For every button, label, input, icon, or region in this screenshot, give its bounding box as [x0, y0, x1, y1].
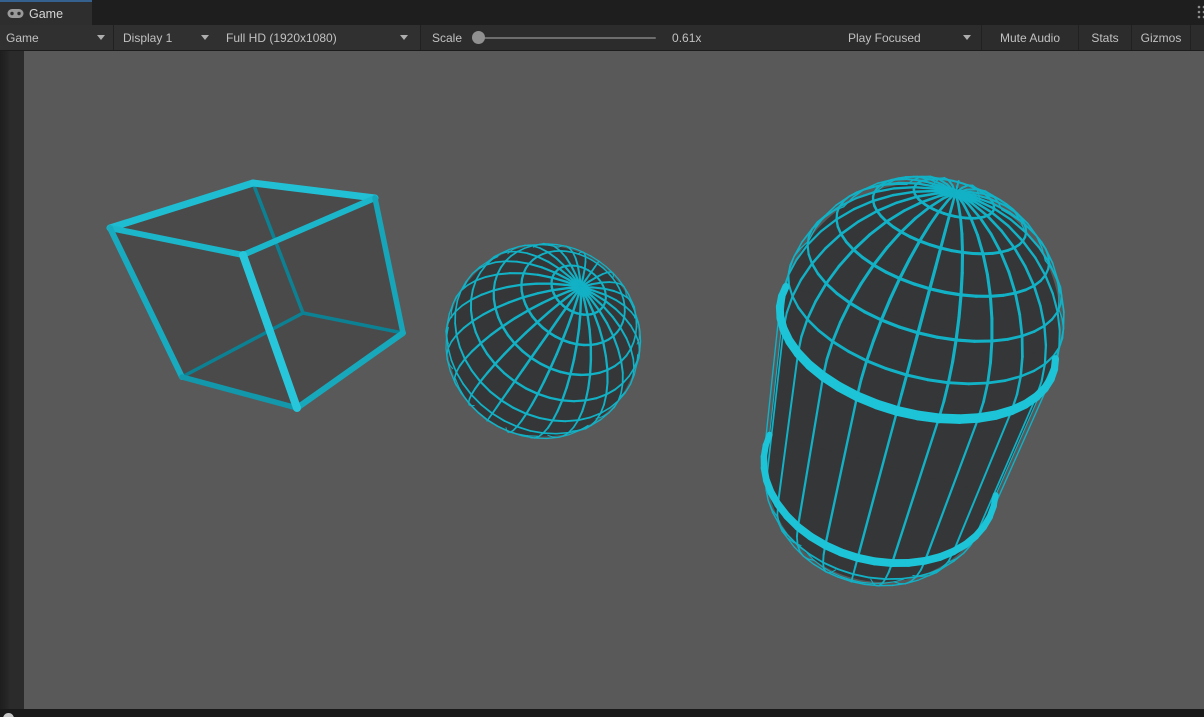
chevron-down-icon	[97, 35, 105, 40]
resolution-dropdown[interactable]: Full HD (1920x1080)	[218, 25, 420, 50]
slider-knob[interactable]	[472, 31, 486, 44]
tab-bar: Game	[0, 0, 1204, 25]
tab-label: Game	[29, 6, 64, 21]
chevron-down-icon	[963, 35, 971, 40]
kebab-menu-icon[interactable]	[1196, 4, 1204, 21]
toolbar-right-cluster: Play Focused Mute Audio Stats Gizmos	[839, 25, 1204, 50]
window-left-edge	[0, 51, 24, 709]
status-dot-icon	[3, 713, 14, 717]
gizmos-button[interactable]: Gizmos	[1132, 25, 1190, 50]
game-view-toolbar: Game Display 1 Full HD (1920x1080) Scale…	[0, 25, 1204, 51]
viewport-canvas	[106, 175, 1065, 587]
chevron-down-icon	[400, 35, 408, 40]
status-bar	[0, 709, 1204, 717]
gamepad-icon	[7, 9, 24, 18]
display-dropdown[interactable]: Display 1	[114, 25, 218, 50]
play-focused-dropdown[interactable]: Play Focused	[839, 25, 981, 50]
chevron-down-icon	[201, 35, 209, 40]
scale-value: 0.61x	[672, 30, 702, 45]
game-view-mode-dropdown[interactable]: Game	[0, 25, 113, 50]
scale-group: Scale 0.61x	[421, 25, 839, 50]
scale-slider[interactable]	[470, 25, 660, 51]
mute-audio-button[interactable]: Mute Audio	[982, 25, 1078, 50]
scale-label: Scale	[432, 30, 463, 45]
stats-button[interactable]: Stats	[1079, 25, 1131, 50]
game-tab[interactable]: Game	[0, 0, 92, 25]
slider-track	[479, 36, 657, 39]
game-viewport[interactable]	[24, 51, 1204, 709]
toolbar-end-spacer	[1191, 25, 1204, 50]
